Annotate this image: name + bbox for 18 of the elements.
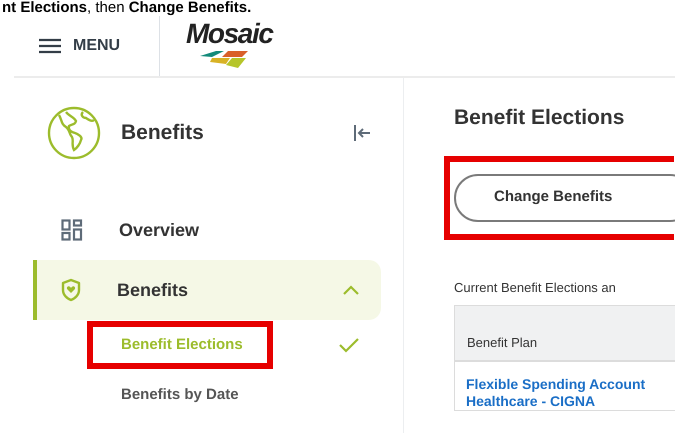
- menu-icon: [39, 38, 61, 54]
- menu-button[interactable]: MENU: [14, 16, 160, 76]
- benefit-plan-link[interactable]: Flexible Spending Account Healthcare - CIGNA: [466, 376, 646, 410]
- change-benefits-button[interactable]: Change Benefits: [454, 174, 675, 222]
- grid-icon: [61, 219, 83, 241]
- check-icon: [339, 337, 359, 353]
- table-caption: Current Benefit Elections an: [454, 278, 617, 296]
- nav-item[interactable]: Benefits: [33, 260, 381, 320]
- column-header: Benefit Plan: [455, 306, 675, 362]
- company-logo: Mosaic: [186, 20, 273, 76]
- shield-heart-icon: [61, 278, 81, 302]
- sidebar-title: Benefits: [121, 120, 204, 146]
- nav-subitem[interactable]: Benefits by Date: [121, 386, 239, 403]
- instruction-text: nt Elections, then Change Benefits.: [2, 0, 252, 16]
- nav-item[interactable]: Overview: [33, 200, 381, 260]
- collapse-icon[interactable]: [353, 123, 371, 143]
- globe-icon: [47, 106, 101, 160]
- page-title: Benefit Elections: [454, 105, 626, 131]
